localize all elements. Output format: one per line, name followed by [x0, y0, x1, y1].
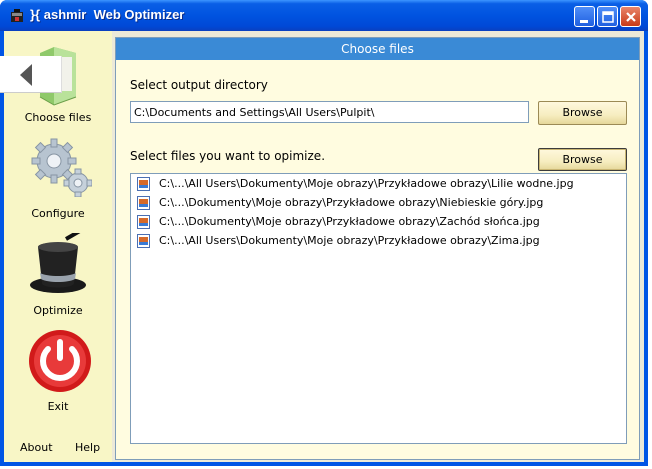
back-button[interactable]	[0, 56, 62, 93]
window-title: }{ ashmir Web Optimizer	[30, 7, 185, 22]
image-file-icon	[137, 234, 150, 248]
image-file-icon	[137, 177, 150, 191]
browse-files-button[interactable]: Browse	[538, 148, 627, 171]
panel-body: Select output directory Browse Select fi…	[116, 60, 639, 459]
file-path: C:\...\All Users\Dokumenty\Moje obrazy\P…	[159, 234, 540, 247]
minimize-button[interactable]	[574, 6, 595, 27]
sidebar-item-label: Optimize	[33, 304, 83, 317]
client-area: Choose files Configure Optimize Exit Abo…	[4, 31, 644, 462]
file-path: C:\...\Dokumenty\Moje obrazy\Przykładowe…	[159, 196, 544, 209]
file-list[interactable]: C:\...\All Users\Dokumenty\Moje obrazy\P…	[130, 173, 627, 444]
about-link[interactable]: About	[20, 441, 53, 454]
help-link[interactable]: Help	[75, 441, 100, 454]
file-path: C:\...\Dokumenty\Moje obrazy\Przykładowe…	[159, 215, 540, 228]
image-file-icon	[137, 196, 150, 210]
close-button[interactable]	[620, 6, 641, 27]
main-panel: Choose files Select output directory Bro…	[115, 37, 640, 460]
panel-header: Choose files	[116, 38, 639, 60]
title-bar[interactable]: }{ ashmir Web Optimizer	[0, 0, 648, 31]
select-files-label: Select files you want to opimize.	[130, 149, 326, 163]
sidebar-item-exit[interactable]: Exit	[4, 327, 112, 413]
maximize-icon	[602, 11, 614, 23]
file-path: C:\...\All Users\Dokumenty\Moje obrazy\P…	[159, 177, 574, 190]
minimize-icon	[580, 20, 588, 23]
browse-directory-button[interactable]: Browse	[538, 101, 627, 125]
back-arrow-icon	[20, 64, 32, 86]
output-directory-label: Select output directory	[130, 78, 268, 92]
app-icon	[11, 9, 23, 22]
magic-hat-icon	[30, 233, 90, 293]
sidebar-item-label: Choose files	[24, 111, 92, 124]
power-icon	[29, 330, 91, 392]
output-directory-input[interactable]	[130, 101, 529, 123]
close-icon	[626, 12, 636, 22]
sidebar-item-optimize[interactable]: Optimize	[4, 231, 112, 317]
sidebar-item-label: Exit	[47, 400, 69, 413]
maximize-button[interactable]	[597, 6, 618, 27]
sidebar: Choose files Configure Optimize Exit Abo…	[4, 31, 112, 462]
app-window: }{ ashmir Web Optimizer Choose files Con…	[0, 0, 648, 466]
image-file-icon	[137, 215, 150, 229]
sidebar-item-configure[interactable]: Configure	[4, 135, 112, 221]
sidebar-item-label: Configure	[31, 207, 85, 220]
gears-icon	[31, 138, 92, 197]
